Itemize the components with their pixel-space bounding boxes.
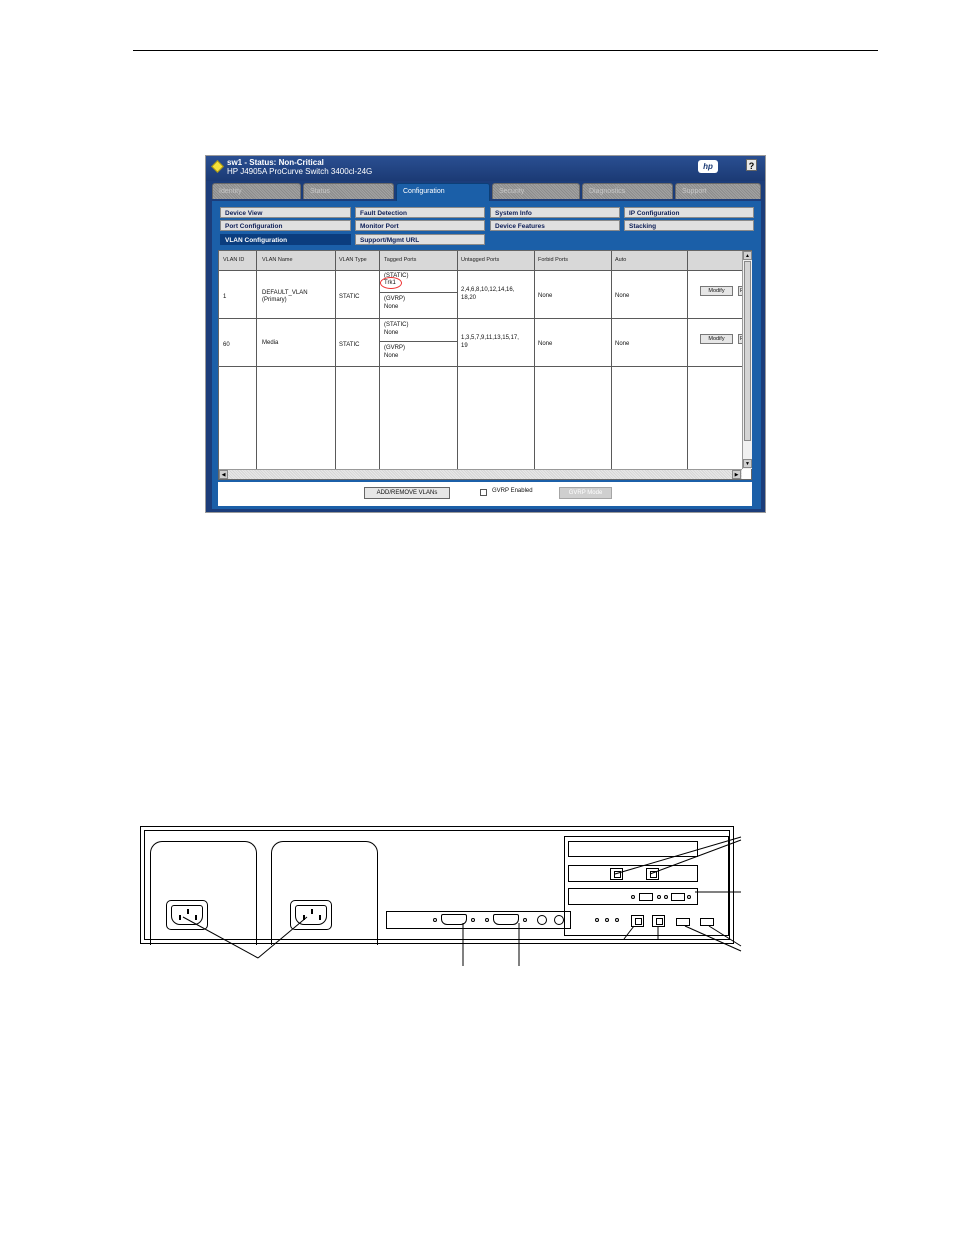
gvrp-mode-button[interactable]: GVRP Mode [559,487,612,499]
expansion-slot-3 [568,888,698,905]
power-inlet-2-icon [290,900,332,930]
row1-forbid-ports: None [538,293,553,299]
ethernet-port-1-icon [631,915,644,927]
col-vlan-name: VLAN Name [262,257,293,263]
power-inlet-1-icon [166,900,208,930]
help-button[interactable]: ? [746,159,757,171]
subnav-system-info[interactable]: System Info [490,207,620,218]
col-vlan-type: VLAN Type [339,257,367,263]
subnav-device-features[interactable]: Device Features [490,220,620,231]
switch-rear-panel-diagram [140,826,734,945]
ps2-port-1-icon [537,915,547,925]
col-untagged-ports: Untagged Ports [461,257,500,263]
configuration-panel: Device View Fault Detection System Info … [212,201,761,509]
subnav-support-mgmt-url[interactable]: Support/Mgmt URL [355,234,485,245]
scroll-up-icon[interactable]: ▲ [743,251,752,260]
horizontal-scrollbar[interactable]: ◀ ▶ [219,469,742,479]
expansion-slot-1 [568,841,698,857]
row2-tagged-gvrp: None [384,353,399,359]
scroll-right-icon[interactable]: ▶ [732,470,741,479]
tab-configuration[interactable]: Configuration [396,183,490,201]
expansion-slot-2 [568,865,698,882]
usb-port-2-icon [700,918,714,926]
row1-untagged-ports: 2,4,6,8,10,12,14,16, [461,287,515,293]
scroll-down-icon[interactable]: ▼ [743,459,752,468]
row2-modify-button[interactable]: Modify [700,334,733,344]
vlan-table: VLAN ID VLAN Name VLAN Type Tagged Ports… [219,251,746,469]
row2-tagged-static-label: (STATIC) [384,322,409,328]
serial-port-1-icon [441,914,467,925]
scroll-left-icon[interactable]: ◀ [219,470,228,479]
power-supply-2 [271,841,378,945]
usb-port-1-icon [676,918,690,926]
power-supply-1 [150,841,257,945]
gvrp-enabled-label: GVRP Enabled [492,488,533,494]
row1-vlan-id: 1 [223,294,227,300]
hp-logo-icon: hp [698,160,718,173]
row2-tagged-static: None [384,330,399,336]
row1-vlan-name: DEFAULT_VLAN [262,290,308,296]
window-title: sw1 - Status: Non-Critical [227,158,324,167]
rear-panel-frame [144,830,730,945]
vertical-scrollbar[interactable]: ▲ ▼ [742,251,752,469]
ps2-port-2-icon [554,915,564,925]
row1-untagged-ports-cont: 18,20 [461,295,477,301]
subnav-monitor-port[interactable]: Monitor Port [355,220,485,231]
slot3-connector-b-icon [671,893,685,901]
scroll-thumb[interactable] [744,261,751,441]
col-forbid-ports: Forbid Ports [538,257,568,263]
tab-security[interactable]: Security [492,183,580,199]
row2-tagged-gvrp-label: (GVRP) [384,345,405,351]
vlan-footer-bar: ADD/REMOVE VLANs GVRP Enabled GVRP Mode [218,482,752,506]
vlan-table-panel: VLAN ID VLAN Name VLAN Type Tagged Ports… [218,250,752,480]
row2-vlan-id: 60 [223,342,230,348]
tab-diagnostics[interactable]: Diagnostics [582,183,673,199]
subnav-fault-detection[interactable]: Fault Detection [355,207,485,218]
row1-tagged-gvrp: None [384,304,399,310]
row2-forbid-ports: None [538,341,553,347]
slot3-connector-a-icon [639,893,653,901]
row1-vlan-type: STATIC [339,294,360,300]
col-tagged-ports: Tagged Ports [384,257,417,263]
add-remove-vlans-button[interactable]: ADD/REMOVE VLANs [364,487,450,499]
subnav-port-configuration[interactable]: Port Configuration [220,220,351,231]
row1-tagged-gvrp-label: (GVRP) [384,296,405,302]
row1-modify-button[interactable]: Modify [700,286,733,296]
row1-vlan-name-primary: (Primary) [262,297,287,303]
tab-status[interactable]: Status [303,183,394,199]
status-warning-icon [211,160,224,173]
tab-identity[interactable]: Identity [212,183,301,199]
io-panel [386,911,571,929]
row2-auto: None [615,341,630,347]
row2-vlan-type: STATIC [339,342,360,348]
title-bar: sw1 - Status: Non-Critical HP J4905A Pro… [206,156,765,181]
main-tabs: Identity Status Configuration Security D… [212,183,762,201]
subnav-device-view[interactable]: Device View [220,207,351,218]
row2-vlan-name: Media [262,340,279,346]
ethernet-port-2-icon [652,915,665,927]
header-rule [133,50,878,51]
window-subtitle: HP J4905A ProCurve Switch 3400cl-24G [227,167,373,176]
highlight-circle [380,277,402,289]
switch-web-ui-screenshot: sw1 - Status: Non-Critical HP J4905A Pro… [205,155,766,513]
subnav-ip-configuration[interactable]: IP Configuration [624,207,754,218]
serial-port-2-icon [493,914,519,925]
subnav-vlan-configuration[interactable]: VLAN Configuration [220,234,351,245]
tab-support[interactable]: Support [675,183,761,199]
subnav-stacking[interactable]: Stacking [624,220,754,231]
col-auto: Auto [615,257,627,263]
gvrp-enabled-checkbox[interactable] [480,489,487,496]
row1-auto: None [615,293,630,299]
slot2-port-a-icon [610,868,623,880]
col-vlan-id: VLAN ID [223,257,245,263]
slot2-port-b-icon [646,868,659,880]
row2-untagged-ports-cont: 19 [461,343,468,349]
config-subnav: Device View Fault Detection System Info … [220,207,754,247]
row2-untagged-ports: 1,3,5,7,9,11,13,15,17, [461,335,519,341]
